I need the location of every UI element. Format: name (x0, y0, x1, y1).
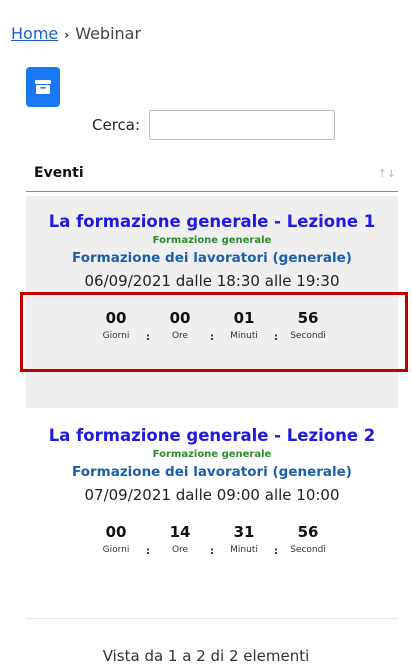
event-title-link[interactable]: La formazione generale - Lezione 2 (26, 426, 398, 445)
countdown-minutes-label: Minuti (230, 545, 258, 555)
countdown-hours-value: 00 (169, 309, 191, 327)
table-row: La formazione generale - Lezione 1 Forma… (26, 196, 398, 408)
search-input[interactable] (149, 110, 336, 140)
countdown-minutes-value: 01 (233, 309, 255, 327)
countdown-seconds: 56 Secondi (284, 523, 332, 556)
event-category: Formazione generale (152, 449, 272, 460)
breadcrumb-current: Webinar (75, 24, 142, 43)
countdown-separator: : (210, 546, 214, 557)
countdown-days-value: 00 (105, 523, 127, 541)
countdown-days: 00 Giorni (92, 309, 140, 342)
countdown-separator: : (210, 332, 214, 343)
table-row: La formazione generale - Lezione 2 Forma… (26, 410, 398, 619)
countdown-hours-label: Ore (171, 545, 189, 555)
countdown-seconds-value: 56 (297, 523, 319, 541)
table-info: Vista da 1 a 2 di 2 elementi (102, 647, 310, 665)
breadcrumb-home-link[interactable]: Home (11, 24, 58, 43)
countdown-separator: : (146, 332, 150, 343)
event-title-link[interactable]: La formazione generale - Lezione 1 (26, 212, 398, 231)
countdown-seconds-label: Secondi (290, 331, 326, 341)
countdown-hours-value: 14 (169, 523, 191, 541)
countdown: 00 Giorni : 14 Ore : 31 Minuti : 56 Seco… (26, 523, 398, 558)
countdown-minutes-value: 31 (233, 523, 255, 541)
countdown-hours-label: Ore (171, 331, 189, 341)
countdown-separator: : (146, 546, 150, 557)
event-course-link[interactable]: Formazione dei lavoratori (generale) (26, 464, 398, 480)
countdown-seconds-label: Secondi (290, 545, 326, 555)
countdown-seconds: 56 Secondi (284, 309, 332, 342)
countdown-minutes: 01 Minuti (220, 309, 268, 342)
breadcrumb: Home › Webinar (11, 24, 141, 43)
countdown-days-value: 00 (105, 309, 127, 327)
countdown-days-label: Giorni (102, 545, 130, 555)
event-datetime: 07/09/2021 dalle 09:00 alle 10:00 (84, 486, 340, 504)
countdown-hours: 14 Ore (156, 523, 204, 556)
archive-button[interactable] (26, 67, 60, 107)
column-header-eventi[interactable]: Eventi (26, 165, 84, 181)
countdown-minutes-label: Minuti (230, 331, 258, 341)
countdown-separator: : (274, 332, 278, 343)
page: Home › Webinar Cerca: Eventi ↑↓ La formazi… (0, 0, 412, 665)
countdown-seconds-value: 56 (297, 309, 319, 327)
table-header[interactable]: Eventi ↑↓ (26, 155, 398, 192)
sort-arrows-icon[interactable]: ↑↓ (378, 167, 398, 180)
search-bar: Cerca: (92, 110, 336, 140)
countdown-days: 00 Giorni (92, 523, 140, 556)
event-datetime: 06/09/2021 dalle 18:30 alle 19:30 (84, 272, 340, 290)
chevron-right-icon: › (64, 28, 70, 42)
event-course-link[interactable]: Formazione dei lavoratori (generale) (26, 250, 398, 266)
archive-box-icon (35, 80, 51, 94)
countdown: 00 Giorni : 00 Ore : 01 Minuti : 56 Seco… (26, 309, 398, 344)
search-label: Cerca: (92, 116, 141, 134)
event-category: Formazione generale (152, 235, 272, 246)
countdown-separator: : (274, 546, 278, 557)
countdown-minutes: 31 Minuti (220, 523, 268, 556)
countdown-hours: 00 Ore (156, 309, 204, 342)
countdown-days-label: Giorni (102, 331, 130, 341)
